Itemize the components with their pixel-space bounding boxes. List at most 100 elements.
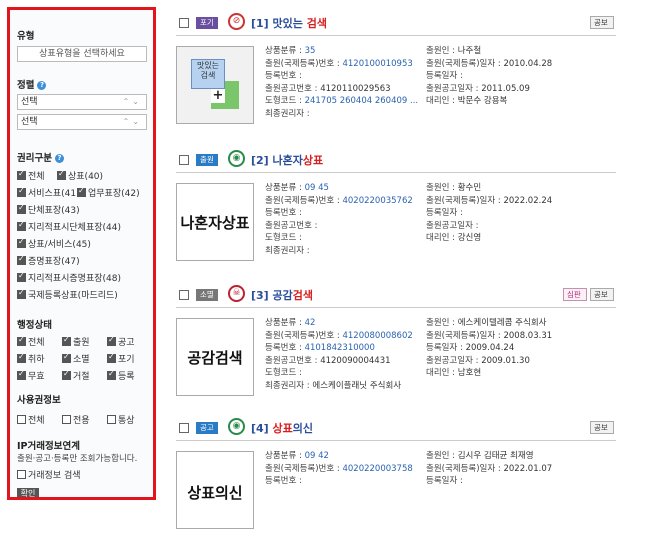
- divider: [176, 172, 616, 173]
- ip-section-note: 출원·공고·등록만 조회가능합니다.: [17, 454, 138, 464]
- status-checkbox[interactable]: 전체: [17, 335, 45, 348]
- divider: [176, 440, 616, 441]
- result-title[interactable]: [3] 공감검색: [251, 287, 313, 303]
- field-appno: 출원(국제등록)번호 : 4020220035762: [265, 195, 413, 206]
- checkbox-icon: [17, 186, 26, 197]
- field-agent: 대리인 : 강신영: [426, 233, 482, 244]
- field-applicant: 출원인 : 김시우 김태균 최재영: [426, 451, 534, 461]
- field-prod: 상품분류 : 09 45: [265, 183, 329, 193]
- checkbox-icon: [17, 254, 26, 265]
- skull-icon: ☠: [228, 285, 245, 302]
- field-applicant: 출원인 : 황수민: [426, 183, 482, 193]
- field-owner: 최종권리자 :: [265, 109, 310, 119]
- field-appno: 출원(국제등록)번호 : 4120100010953: [265, 58, 413, 69]
- rights-checkbox[interactable]: 국제등록상표(마드리드): [17, 288, 118, 301]
- checkbox-icon: [17, 335, 26, 346]
- field-regdate: 등록일자 :: [426, 208, 463, 219]
- gazette-button[interactable]: 공보: [590, 421, 614, 434]
- usage-checkbox[interactable]: 통상: [107, 413, 135, 426]
- result-checkbox[interactable]: [179, 290, 189, 300]
- checkbox-icon: [17, 169, 26, 180]
- checkbox-icon: [17, 369, 26, 380]
- usage-checkbox[interactable]: 전체: [17, 413, 45, 426]
- ip-section-title: IP거래정보연계: [17, 441, 80, 452]
- sort-select-1[interactable]: 선택 ⌃⌄: [17, 94, 147, 110]
- field-pubdate: 출원공고일자 :: [426, 220, 479, 231]
- field-appdate: 출원(국제등록)일자 : 2008.03.31: [426, 330, 553, 341]
- confirm-button[interactable]: 확인: [17, 488, 39, 497]
- rights-checkbox[interactable]: 전체: [17, 169, 45, 182]
- result-item: 출원 ◉ [2] 나혼자상표나혼자상표 상품분류 : 09 45 출원(국제등록)번호 …: [176, 150, 616, 280]
- rights-checkbox[interactable]: 상표(40): [57, 169, 103, 182]
- rights-checkbox[interactable]: 서비스표(41): [17, 186, 80, 199]
- rights-checkbox[interactable]: 단체표장(43): [17, 203, 80, 216]
- field-prod: 상품분류 : 09 42: [265, 451, 329, 461]
- field-agent: 대리인 : 박문수 강용복: [426, 96, 508, 107]
- result-checkbox[interactable]: [179, 155, 189, 165]
- status-checkbox[interactable]: 취하: [17, 352, 45, 365]
- status-badge: 공고: [196, 422, 218, 434]
- eye-icon: ◉: [228, 418, 245, 435]
- field-agent: 대리인 : 남호현: [426, 368, 482, 379]
- divider: [176, 307, 616, 308]
- rights-checkbox[interactable]: 지리적표시단체표장(44): [17, 220, 121, 233]
- status-checkbox[interactable]: 등록: [107, 369, 135, 382]
- rights-section-title: 권리구분?: [17, 150, 64, 164]
- rights-checkbox[interactable]: 지리적표시증명표장(48): [17, 271, 121, 284]
- field-figure: 도형코드 :: [265, 233, 302, 244]
- checkbox-icon: [17, 415, 26, 424]
- field-appdate: 출원(국제등록)일자 : 2022.01.07: [426, 463, 553, 474]
- result-item: 포기 ⊘ [1] 맛있는 검색 공보 맛있는 검색 + 상품분류 : 35 출원(국제등록)번호…: [176, 13, 616, 143]
- gazette-button[interactable]: 공보: [590, 288, 614, 301]
- circle-slash-icon: ⊘: [228, 13, 245, 30]
- checkbox-icon: [17, 237, 26, 248]
- field-regdate: 등록일자 :: [426, 71, 463, 82]
- rights-checkbox[interactable]: 업무표장(42): [77, 186, 140, 199]
- rights-checkbox[interactable]: 증명표장(47): [17, 254, 80, 267]
- eye-icon: ◉: [228, 150, 245, 167]
- status-checkbox[interactable]: 소멸: [62, 352, 90, 365]
- status-checkbox[interactable]: 공고: [107, 335, 135, 348]
- result-title[interactable]: [1] 맛있는 검색: [251, 15, 327, 31]
- trademark-image[interactable]: 상표의신: [176, 451, 254, 529]
- result-item: 소멸 ☠ [3] 공감검색 공보 심판 공감검색 상품분류 : 42 출원(국제등록)번호 :…: [176, 285, 616, 415]
- checkbox-icon: [62, 352, 71, 363]
- trademark-text: 상표의신: [187, 484, 243, 502]
- status-checkbox[interactable]: 무효: [17, 369, 45, 382]
- trademark-image[interactable]: 나혼자상표: [176, 183, 254, 261]
- status-checkbox[interactable]: 포기: [107, 352, 135, 365]
- trial-button[interactable]: 심판: [563, 288, 587, 301]
- help-icon[interactable]: ?: [54, 154, 64, 163]
- result-title[interactable]: [4] 상표의신: [251, 420, 313, 436]
- field-owner: 최종권리자 : 에스케이플래닛 주식회사: [265, 381, 402, 391]
- result-title[interactable]: [2] 나혼자상표: [251, 152, 323, 168]
- field-applicant: 출원인 : 에스케이텔레콤 주식회사: [426, 318, 547, 328]
- result-header: 소멸 ☠ [3] 공감검색 공보 심판: [176, 285, 616, 307]
- trade-info-checkbox[interactable]: 거래정보 검색: [17, 468, 81, 481]
- field-regno: 등록번호 :: [265, 208, 302, 219]
- field-appno: 출원(국제등록)번호 : 4020220003758: [265, 463, 413, 474]
- sort-section-title: 정렬?: [17, 77, 47, 91]
- help-icon[interactable]: ?: [37, 81, 47, 90]
- result-checkbox[interactable]: [179, 18, 189, 28]
- field-figure: 도형코드 :: [265, 368, 302, 379]
- checkbox-icon: [107, 415, 116, 424]
- field-owner: 최종권리자 :: [265, 246, 310, 256]
- field-regno: 등록번호 :: [265, 71, 302, 82]
- usage-checkbox[interactable]: 전용: [62, 413, 90, 426]
- rights-checkbox[interactable]: 상표/서비스(45): [17, 237, 91, 250]
- type-select[interactable]: 상표유형을 선택하세요: [17, 46, 147, 62]
- checkbox-icon: [107, 369, 116, 380]
- status-checkbox[interactable]: 거절: [62, 369, 90, 382]
- usage-section-title: 사용권정보: [17, 395, 61, 406]
- sort-select-2[interactable]: 선택 ⌃⌄: [17, 114, 147, 130]
- checkbox-icon: [17, 271, 26, 282]
- gazette-button[interactable]: 공보: [590, 16, 614, 29]
- status-badge: 출원: [196, 154, 218, 166]
- result-checkbox[interactable]: [179, 423, 189, 433]
- status-checkbox[interactable]: 출원: [62, 335, 90, 348]
- trademark-image[interactable]: 맛있는 검색 +: [176, 46, 254, 124]
- field-pubno: 출원공고번호 : 4120110029563: [265, 83, 391, 94]
- trademark-image[interactable]: 공감검색: [176, 318, 254, 396]
- field-appno: 출원(국제등록)번호 : 4120080008602: [265, 330, 413, 341]
